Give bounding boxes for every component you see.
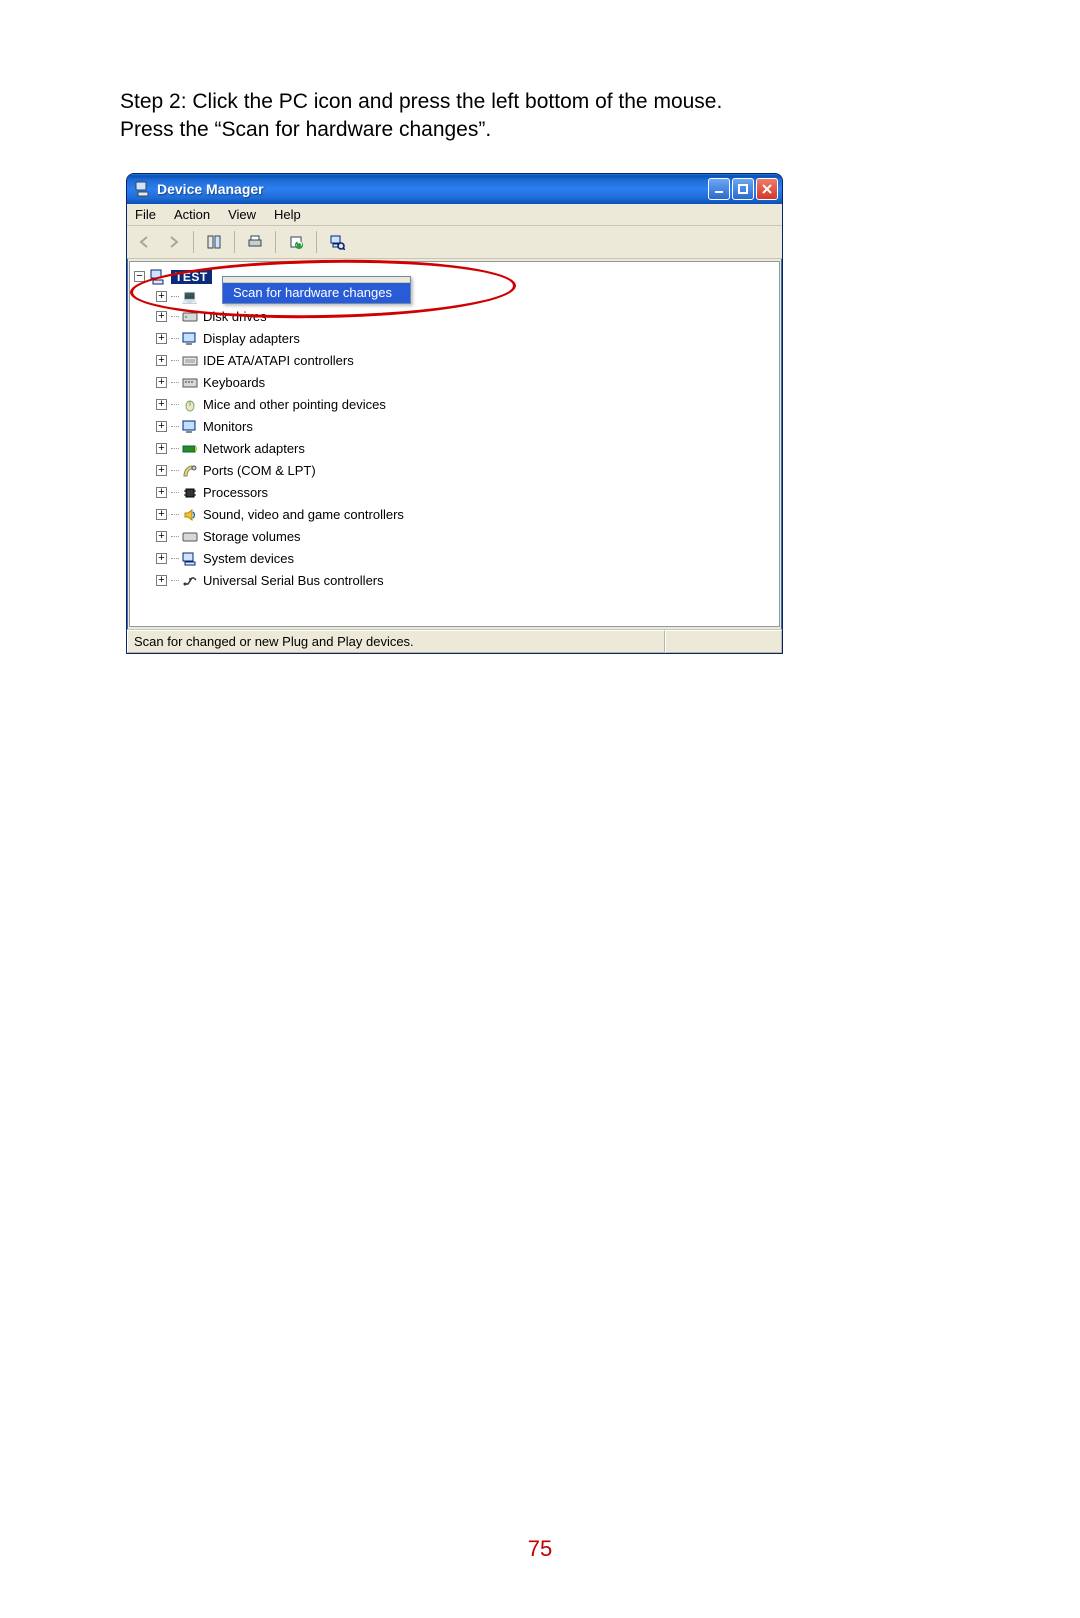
expand-icon[interactable]: + [156,291,167,302]
titlebar[interactable]: Device Manager [127,174,782,204]
expand-icon[interactable]: + [156,399,167,410]
toolbar-separator [316,231,317,253]
toolbar-separator [275,231,276,253]
collapse-icon[interactable]: − [134,271,145,282]
maximize-button[interactable] [732,178,754,200]
back-button [133,230,157,254]
expand-icon[interactable]: + [156,575,167,586]
expand-icon[interactable]: + [156,553,167,564]
node-label: Mice and other pointing devices [203,397,386,412]
tree-node[interactable]: + IDE ATA/ATAPI controllers [132,350,777,372]
node-label: Universal Serial Bus controllers [203,573,384,588]
display-adapter-icon [181,331,199,347]
device-tree[interactable]: − TEST + 💻 Scan for hardware changes [129,261,780,627]
properties-icon[interactable] [202,230,226,254]
menu-view[interactable]: View [228,207,256,222]
node-label: Processors [203,485,268,500]
node-label: Ports (COM & LPT) [203,463,316,478]
tree-node[interactable]: + Network adapters [132,438,777,460]
statusbar: Scan for changed or new Plug and Play de… [127,629,782,653]
storage-volume-icon [181,529,199,545]
expand-icon[interactable]: + [156,377,167,388]
keyboard-icon [181,375,199,391]
usb-controller-icon [181,573,199,589]
disk-drive-icon [181,309,199,325]
device-icon: 💻 [181,289,199,305]
tree-node[interactable]: + Mice and other pointing devices [132,394,777,416]
processor-icon [181,485,199,501]
tree-node[interactable]: + Sound, video and game controllers [132,504,777,526]
instruction-text: Step 2: Click the PC icon and press the … [120,88,960,145]
mouse-icon [181,397,199,413]
menu-file[interactable]: File [135,207,156,222]
app-icon [135,181,151,197]
menubar: File Action View Help [127,204,782,226]
monitor-icon [181,419,199,435]
page-number: 75 [0,1536,1080,1562]
device-manager-window: Device Manager File Action View Help [126,173,783,654]
close-button[interactable] [756,178,778,200]
expand-icon[interactable]: + [156,333,167,344]
context-menu: Scan for hardware changes [222,276,411,304]
expand-icon[interactable]: + [156,509,167,520]
node-label: System devices [203,551,294,566]
tree-node[interactable]: + Keyboards [132,372,777,394]
instruction-line-1: Step 2: Click the PC icon and press the … [120,90,722,113]
refresh-icon[interactable] [284,230,308,254]
statusbar-pane [665,630,782,653]
tree-node[interactable]: + Monitors [132,416,777,438]
expand-icon[interactable]: + [156,311,167,322]
toolbar-separator [234,231,235,253]
minimize-button[interactable] [708,178,730,200]
expand-icon[interactable]: + [156,421,167,432]
computer-icon [149,269,167,285]
node-label: IDE ATA/ATAPI controllers [203,353,354,368]
tree-node[interactable]: + Display adapters [132,328,777,350]
expand-icon[interactable]: + [156,355,167,366]
ports-icon [181,463,199,479]
root-label: TEST [171,270,212,284]
expand-icon[interactable]: + [156,443,167,454]
tree-node[interactable]: + Ports (COM & LPT) [132,460,777,482]
system-device-icon [181,551,199,567]
window-title: Device Manager [157,181,708,197]
node-label: Storage volumes [203,529,301,544]
print-icon[interactable] [243,230,267,254]
tree-node[interactable]: + Storage volumes [132,526,777,548]
instruction-line-2: Press the “Scan for hardware changes”. [120,118,491,141]
tree-node[interactable]: + System devices [132,548,777,570]
node-label: Monitors [203,419,253,434]
menu-action[interactable]: Action [174,207,210,222]
node-label: Keyboards [203,375,265,390]
expand-icon[interactable]: + [156,487,167,498]
menu-help[interactable]: Help [274,207,301,222]
toolbar [127,226,782,259]
tree-node[interactable]: + Universal Serial Bus controllers [132,570,777,592]
node-label: Network adapters [203,441,305,456]
node-label: Sound, video and game controllers [203,507,404,522]
sound-controller-icon [181,507,199,523]
expand-icon[interactable]: + [156,465,167,476]
network-adapter-icon [181,441,199,457]
ide-controller-icon [181,353,199,369]
tree-node[interactable]: + Disk drives [132,306,777,328]
forward-button [161,230,185,254]
expand-icon[interactable]: + [156,531,167,542]
node-label: Display adapters [203,331,300,346]
toolbar-separator [193,231,194,253]
tree-node[interactable]: + Processors [132,482,777,504]
context-menu-scan-hardware[interactable]: Scan for hardware changes [223,283,410,303]
node-label: Disk drives [203,309,267,324]
scan-hardware-icon[interactable] [325,230,349,254]
statusbar-text: Scan for changed or new Plug and Play de… [127,630,665,653]
